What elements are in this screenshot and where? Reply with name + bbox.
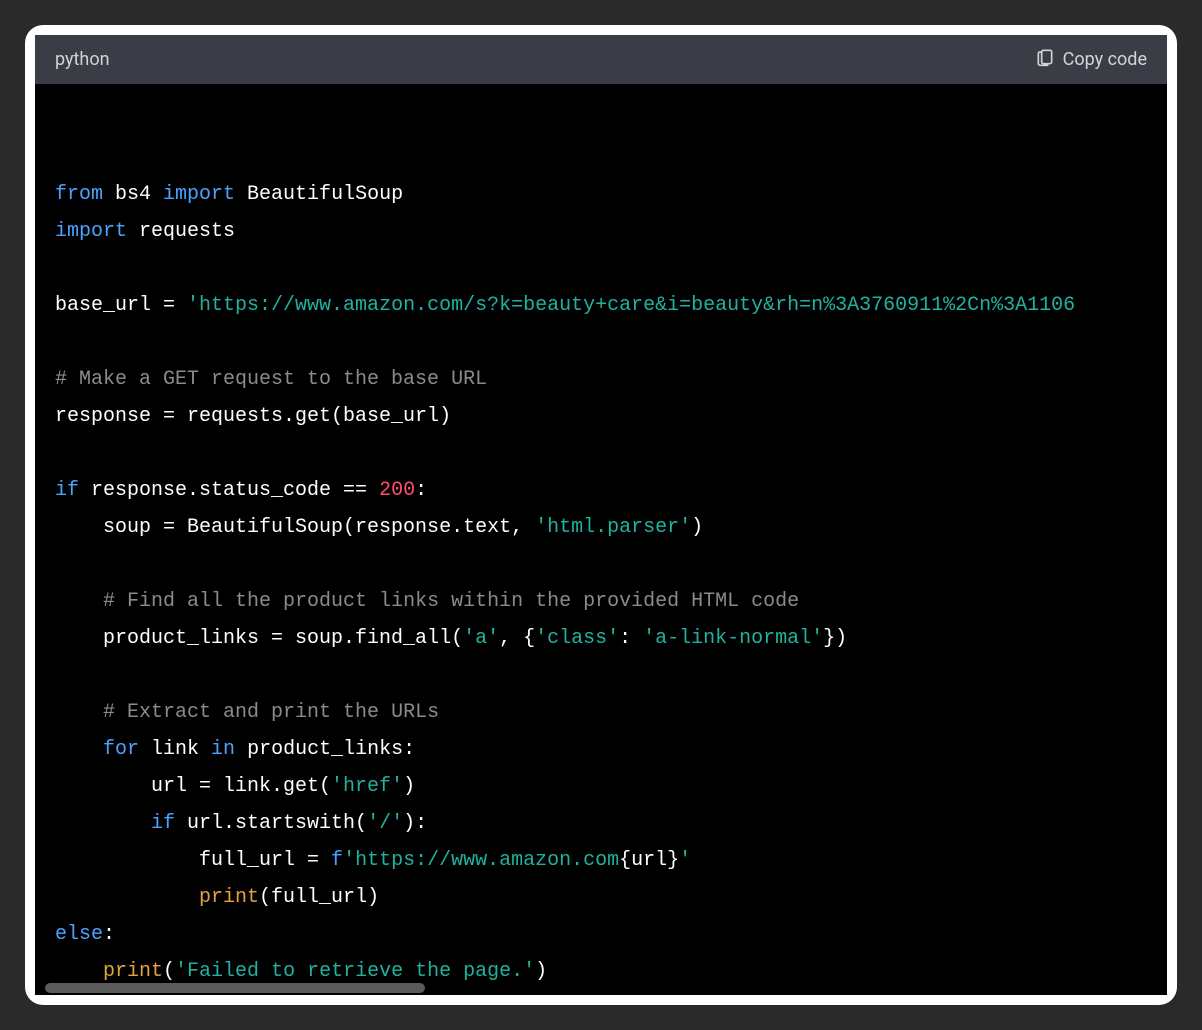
horizontal-scrollbar[interactable]	[35, 981, 1167, 995]
code-line: soup = BeautifulSoup(response.text, 'htm…	[55, 509, 1147, 546]
code-content[interactable]: from bs4 import BeautifulSoupimport requ…	[35, 84, 1167, 995]
code-block: python Copy code from bs4 import Beautif…	[35, 35, 1167, 995]
code-line: from bs4 import BeautifulSoup	[55, 176, 1147, 213]
code-line: base_url = 'https://www.amazon.com/s?k=b…	[55, 287, 1147, 324]
code-card: python Copy code from bs4 import Beautif…	[25, 25, 1177, 1005]
code-line: # Find all the product links within the …	[55, 583, 1147, 620]
code-line: for link in product_links:	[55, 731, 1147, 768]
code-line: product_links = soup.find_all('a', {'cla…	[55, 620, 1147, 657]
code-line: # Make a GET request to the base URL	[55, 361, 1147, 398]
code-line: if response.status_code == 200:	[55, 472, 1147, 509]
code-header: python Copy code	[35, 35, 1167, 84]
code-line	[55, 324, 1147, 361]
code-line: # Extract and print the URLs	[55, 694, 1147, 731]
language-label: python	[55, 49, 110, 70]
code-line	[55, 435, 1147, 472]
code-line: response = requests.get(base_url)	[55, 398, 1147, 435]
copy-code-button[interactable]: Copy code	[1035, 47, 1147, 72]
code-line	[55, 546, 1147, 583]
code-line: full_url = f'https://www.amazon.com{url}…	[55, 842, 1147, 879]
clipboard-icon	[1035, 47, 1055, 72]
copy-code-label: Copy code	[1063, 49, 1147, 70]
code-line: url = link.get('href')	[55, 768, 1147, 805]
code-line	[55, 657, 1147, 694]
code-line: print(full_url)	[55, 879, 1147, 916]
code-line: else:	[55, 916, 1147, 953]
code-line	[55, 250, 1147, 287]
horizontal-scrollbar-thumb[interactable]	[45, 983, 425, 993]
code-line: if url.startswith('/'):	[55, 805, 1147, 842]
code-line: import requests	[55, 213, 1147, 250]
